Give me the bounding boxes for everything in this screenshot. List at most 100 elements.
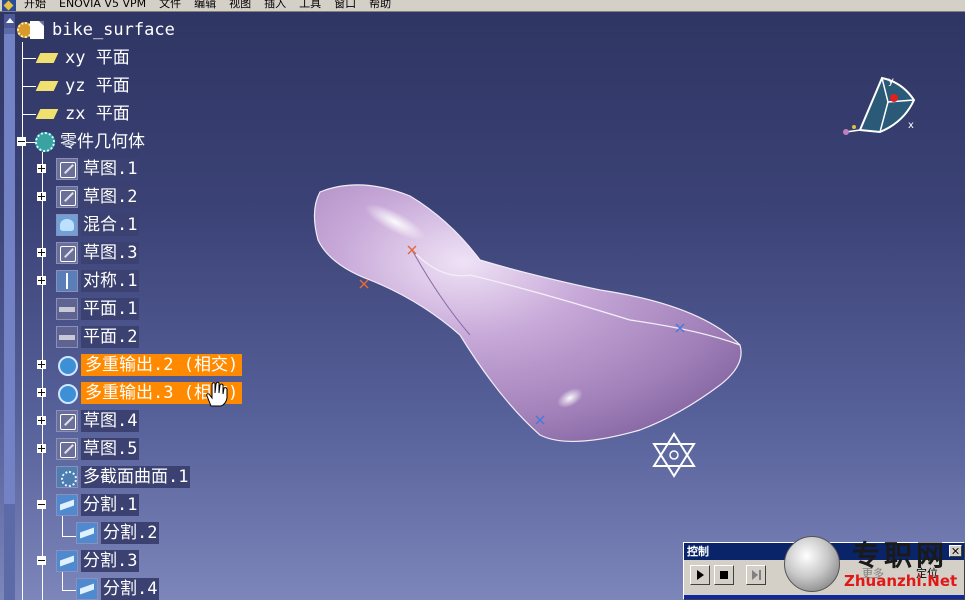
tree-item-yz-plane[interactable]: yz 平面 <box>35 75 132 97</box>
tree-item-label: 多截面曲面.1 <box>81 466 191 488</box>
tree-body-line <box>42 152 43 600</box>
tree-branch-line <box>22 58 36 59</box>
tree-item-label: 分割.3 <box>81 550 140 572</box>
saddle-surface-3d[interactable] <box>300 180 760 470</box>
tree-root[interactable]: bike_surface <box>30 19 177 41</box>
menu-insert[interactable]: 插入 <box>259 0 294 10</box>
collapse-toggle-icon[interactable] <box>17 137 26 146</box>
tree-item-xy-plane[interactable]: xy 平面 <box>35 47 132 69</box>
sketch-icon <box>56 158 78 180</box>
tree-item-multi-output-2[interactable]: 多重输出.2 (相交) <box>56 354 243 376</box>
part-document-icon <box>30 21 44 39</box>
menu-view[interactable]: 视图 <box>224 0 259 10</box>
plane-icon <box>35 53 59 63</box>
sketch-icon <box>56 438 78 460</box>
tree-item-label-selected: 多重输出.2 (相交) <box>81 354 243 376</box>
watermark-logo: 专职网 Zhuanzhi.Net <box>782 532 965 600</box>
split-icon <box>56 494 78 516</box>
scroll-thumb[interactable] <box>4 34 15 504</box>
stop-button[interactable] <box>714 565 734 585</box>
expand-toggle-icon[interactable] <box>37 360 46 369</box>
tree-item-part-body[interactable]: 零件几何体 <box>35 131 147 153</box>
symmetry-icon <box>56 270 78 292</box>
menu-file[interactable]: 文件 <box>154 0 189 10</box>
tree-item-label: 草图.3 <box>81 242 140 264</box>
collapse-toggle-icon[interactable] <box>37 500 46 509</box>
tree-trunk-line <box>22 42 23 600</box>
tree-item-sketch-3[interactable]: 草图.3 <box>56 242 140 264</box>
tree-item-split-1[interactable]: 分割.1 <box>56 494 140 516</box>
watermark-cn: 专职网 <box>852 539 949 572</box>
catia-app-icon[interactable] <box>2 0 16 11</box>
plane-icon <box>35 109 59 119</box>
tree-item-label: 分割.4 <box>101 578 160 600</box>
expand-toggle-icon[interactable] <box>37 164 46 173</box>
blend-icon <box>56 214 78 236</box>
tree-sub-line <box>62 570 63 590</box>
tree-item-label: 混合.1 <box>81 214 140 236</box>
multi-output-icon <box>56 382 78 404</box>
control-panel-title: 控制 <box>687 545 709 558</box>
split-icon <box>56 550 78 572</box>
menu-edit[interactable]: 编辑 <box>189 0 224 10</box>
split-icon <box>76 522 98 544</box>
menu-window[interactable]: 窗口 <box>329 0 364 10</box>
compass-x-label: x <box>908 120 914 131</box>
sketch-icon <box>56 186 78 208</box>
tree-item-plane-2[interactable]: 平面.2 <box>56 326 140 348</box>
tree-item-split-3[interactable]: 分割.3 <box>56 550 140 572</box>
plane-icon <box>35 81 59 91</box>
tree-item-label: 草图.4 <box>81 410 140 432</box>
tree-sub-branch <box>62 590 76 591</box>
scroll-up-arrow-icon[interactable] <box>4 14 15 28</box>
menu-help[interactable]: 帮助 <box>364 0 399 10</box>
tree-item-sketch-5[interactable]: 草图.5 <box>56 438 140 460</box>
tree-item-plane-1[interactable]: 平面.1 <box>56 298 140 320</box>
tree-sub-line <box>62 514 63 536</box>
tree-item-label: 分割.2 <box>101 522 160 544</box>
play-button[interactable] <box>690 565 710 585</box>
compass-y-label: y <box>888 76 894 87</box>
multi-section-surface-icon <box>56 466 78 488</box>
tree-item-label: 对称.1 <box>81 270 140 292</box>
compass-widget[interactable]: y x <box>840 70 920 145</box>
menu-bar: 开始 ENOVIA V5 VPM 文件 编辑 视图 插入 工具 窗口 帮助 <box>0 0 965 12</box>
expand-toggle-icon[interactable] <box>37 444 46 453</box>
tree-item-sketch-4[interactable]: 草图.4 <box>56 410 140 432</box>
step-button[interactable] <box>746 565 766 585</box>
hand-cursor-icon <box>206 381 228 407</box>
tree-item-split-2[interactable]: 分割.2 <box>76 522 160 544</box>
tree-item-label: zx 平面 <box>65 104 130 124</box>
tree-item-label: 平面.2 <box>81 326 140 348</box>
expand-toggle-icon[interactable] <box>37 192 46 201</box>
tree-item-label: yz 平面 <box>65 76 130 96</box>
tree-scrollbar[interactable] <box>4 14 15 600</box>
expand-toggle-icon[interactable] <box>37 276 46 285</box>
plane-feature-icon <box>56 326 78 348</box>
tree-item-zx-plane[interactable]: zx 平面 <box>35 103 132 125</box>
menu-start[interactable]: 开始 <box>19 0 54 10</box>
tree-item-multi-section-surface-1[interactable]: 多截面曲面.1 <box>56 466 191 488</box>
expand-toggle-icon[interactable] <box>37 388 46 397</box>
multi-output-icon <box>56 354 78 376</box>
tree-item-split-4[interactable]: 分割.4 <box>76 578 160 600</box>
tree-item-symmetry-1[interactable]: 对称.1 <box>56 270 140 292</box>
tree-item-sketch-1[interactable]: 草图.1 <box>56 158 140 180</box>
expand-toggle-icon[interactable] <box>37 416 46 425</box>
tree-item-label: xy 平面 <box>65 48 130 68</box>
menu-tools[interactable]: 工具 <box>294 0 329 10</box>
tree-item-label: 分割.1 <box>81 494 140 516</box>
tree-root-label: bike_surface <box>52 20 175 40</box>
tree-item-label: 平面.1 <box>81 298 140 320</box>
collapse-toggle-icon[interactable] <box>37 556 46 565</box>
gear-icon <box>35 132 55 152</box>
sketch-icon <box>56 242 78 264</box>
watermark-en: Zhuanzhi.Net <box>844 572 958 590</box>
expand-toggle-icon[interactable] <box>37 248 46 257</box>
tree-branch-line <box>22 86 36 87</box>
tree-item-sketch-2[interactable]: 草图.2 <box>56 186 140 208</box>
tree-item-blend-1[interactable]: 混合.1 <box>56 214 140 236</box>
menu-enovia[interactable]: ENOVIA V5 VPM <box>54 0 154 10</box>
tree-item-label: 草图.1 <box>81 158 140 180</box>
axis-system-icon <box>652 432 696 478</box>
